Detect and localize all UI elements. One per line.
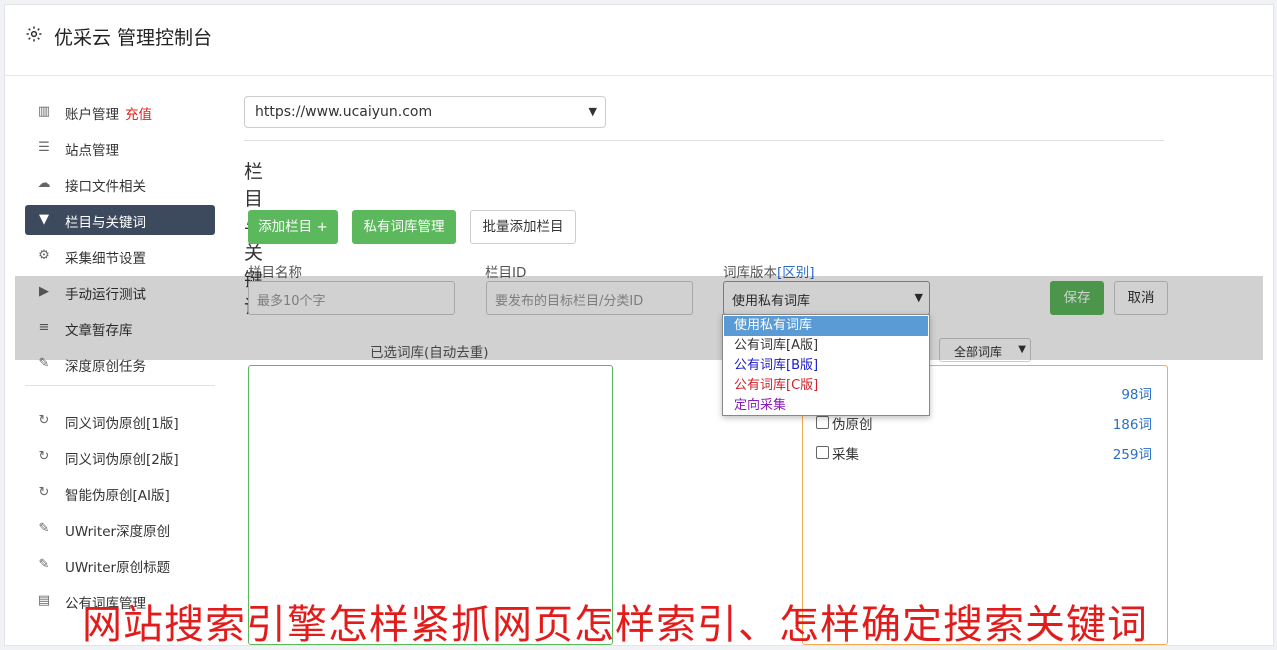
private-library-button[interactable]: 私有词库管理 — [352, 210, 456, 244]
console-header: 优采云 管理控制台 — [5, 5, 1273, 76]
site-select[interactable]: https://www.ucaiyun.com ▼ — [244, 96, 606, 128]
page-title: 优采云 管理控制台 — [54, 27, 213, 49]
edit-icon: ✎ — [38, 557, 50, 572]
sidebar-item-synonym-v1[interactable]: ↻ 同义词伪原创[1版] — [25, 406, 215, 436]
refresh-icon: ↻ — [38, 413, 50, 428]
sidebar-item-label: UWriter深度原创 — [65, 524, 171, 540]
library-count: 186词 — [1112, 417, 1152, 433]
library-row[interactable]: 伪原创 186词 — [816, 413, 1152, 435]
refresh-icon: ↻ — [38, 485, 50, 500]
sidebar-item-label: 站点管理 — [65, 143, 119, 159]
library-name: 伪原创 — [832, 417, 873, 433]
sidebar-item-label: 同义词伪原创[1版] — [65, 416, 179, 432]
library-count: 259词 — [1112, 447, 1152, 463]
recharge-link[interactable]: 充值 — [125, 107, 152, 123]
library-name: 采集 — [832, 447, 859, 463]
library-row[interactable]: 采集 259词 — [816, 443, 1152, 465]
library-checkbox[interactable] — [816, 416, 829, 429]
server-icon: ☰ — [38, 140, 50, 155]
batch-add-columns-button[interactable]: 批量添加栏目 — [470, 210, 576, 244]
sidebar-item-label: 栏目与关键词 — [65, 215, 146, 231]
cloud-upload-icon: ☁ — [37, 176, 51, 191]
sidebar-item-label: 智能伪原创[AI版] — [65, 488, 170, 504]
sidebar-item-interface-files[interactable]: ☁ 接口文件相关 — [25, 169, 215, 199]
sidebar-item-label: 采集细节设置 — [65, 251, 146, 267]
dropdown-option[interactable]: 公有词库[B版] — [724, 356, 928, 376]
add-column-button[interactable]: 添加栏目 + — [248, 210, 338, 244]
sidebar-item-ai-rewrite[interactable]: ↻ 智能伪原创[AI版] — [25, 478, 215, 508]
gear-icon — [26, 26, 42, 42]
dropdown-option[interactable]: 使用私有词库 — [724, 316, 928, 336]
sidebar-item-label: 账户管理 — [65, 107, 119, 123]
cogs-icon: ⚙ — [38, 248, 50, 263]
site-select-value: https://www.ucaiyun.com — [255, 104, 433, 120]
overlay-banner-text: 网站搜索引擎怎样紧抓网页怎样索引、怎样确定搜索关键词 — [82, 602, 1148, 648]
book-icon: ▤ — [37, 593, 51, 608]
library-count: 98词 — [1121, 387, 1152, 403]
refresh-icon: ↻ — [38, 449, 50, 464]
bar-chart-icon: ▥ — [37, 104, 51, 119]
sidebar-item-label: 接口文件相关 — [65, 179, 146, 195]
sidebar-item-uwriter-title[interactable]: ✎ UWriter原创标题 — [25, 550, 215, 580]
chevron-down-icon: ▼ — [588, 105, 597, 118]
divider — [244, 140, 1164, 141]
sidebar-item-columns-keywords[interactable]: ▼ 栏目与关键词 — [25, 205, 215, 235]
dropdown-option[interactable]: 定向采集 — [724, 396, 928, 416]
sidebar-item-account[interactable]: ▥ 账户管理 充值 — [25, 97, 215, 127]
sidebar-item-uwriter-deep[interactable]: ✎ UWriter深度原创 — [25, 514, 215, 544]
sidebar-item-collect-settings[interactable]: ⚙ 采集细节设置 — [25, 241, 215, 271]
modal-overlay — [15, 276, 1263, 360]
library-checkbox[interactable] — [816, 446, 829, 459]
sidebar-item-synonym-v2[interactable]: ↻ 同义词伪原创[2版] — [25, 442, 215, 472]
filter-icon: ▼ — [39, 212, 49, 227]
sidebar-item-label: 同义词伪原创[2版] — [65, 452, 179, 468]
dropdown-option[interactable]: 公有词库[C版] — [724, 376, 928, 396]
dropdown-option[interactable]: 公有词库[A版] — [724, 336, 928, 356]
sidebar-item-sites[interactable]: ☰ 站点管理 — [25, 133, 215, 163]
sidebar-divider — [25, 385, 215, 386]
sidebar-item-label: UWriter原创标题 — [65, 560, 171, 576]
edit-icon: ✎ — [38, 521, 50, 536]
library-version-dropdown: 使用私有词库 公有词库[A版] 公有词库[B版] 公有词库[C版] 定向采集 — [722, 314, 930, 416]
